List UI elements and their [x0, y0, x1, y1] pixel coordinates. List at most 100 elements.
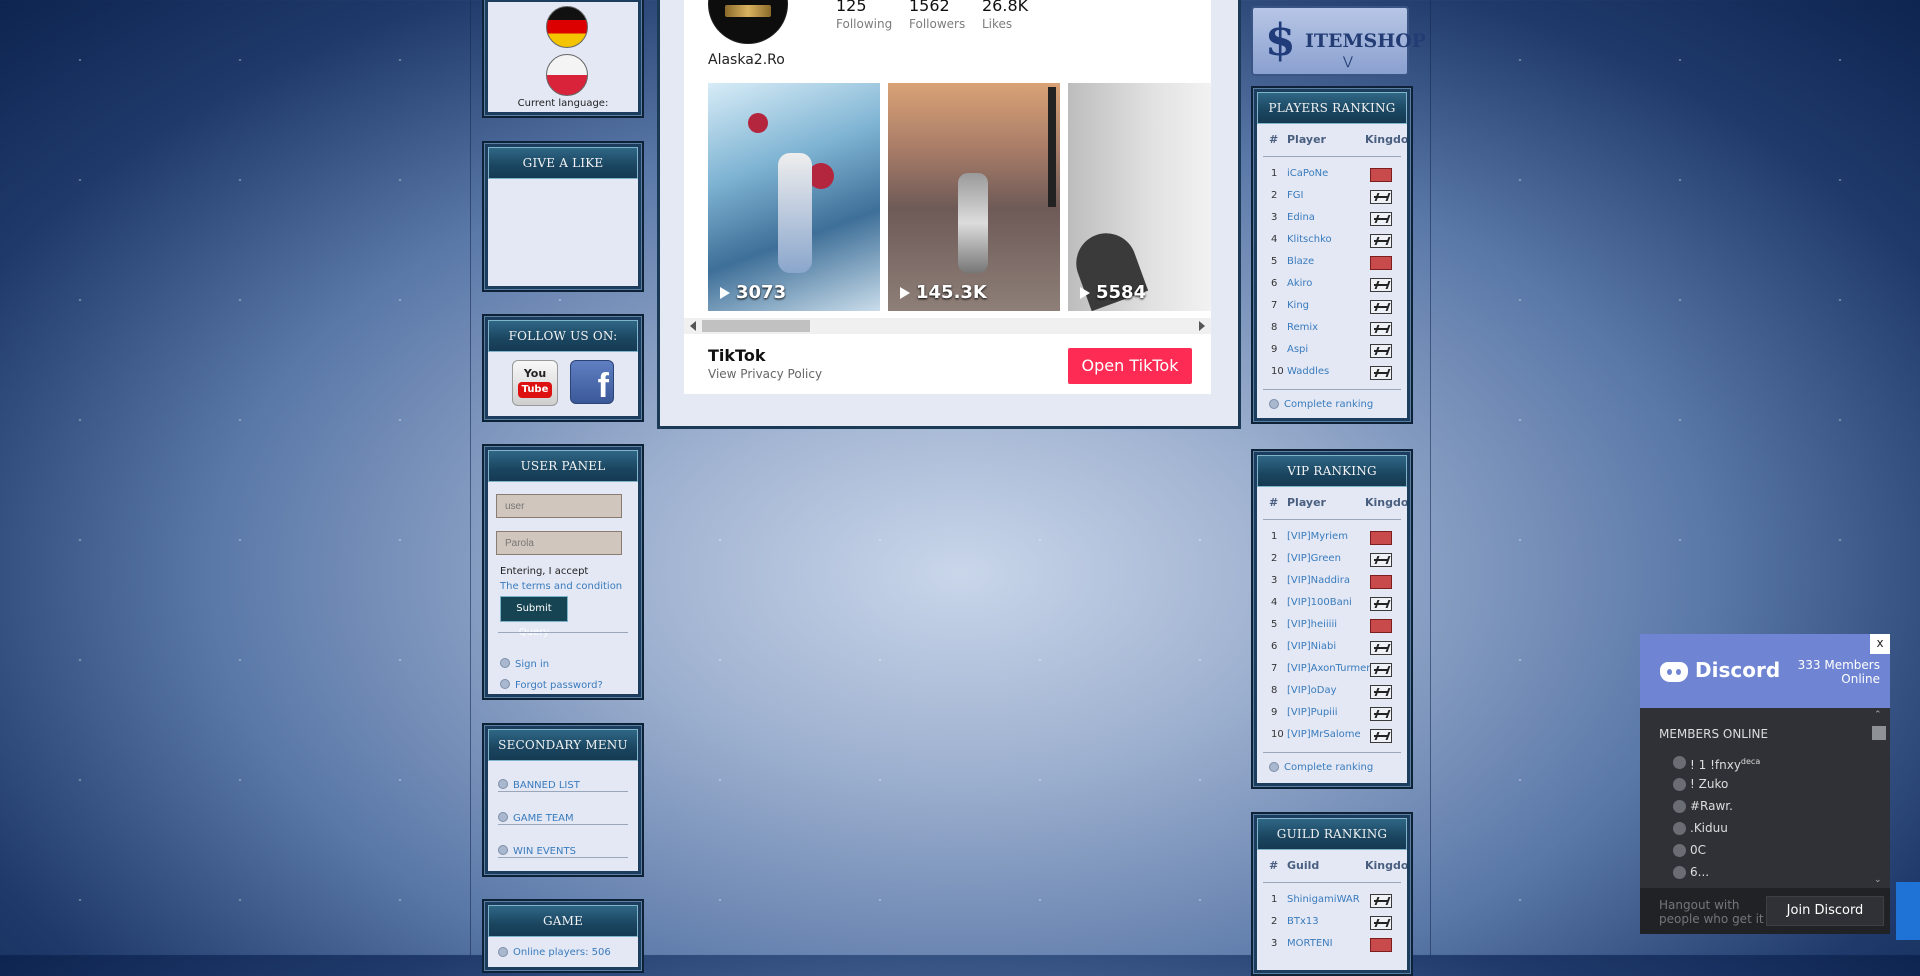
- rank-name-link[interactable]: Akiro: [1287, 273, 1312, 295]
- username-input[interactable]: [496, 494, 622, 518]
- chevron-up-icon[interactable]: ⌃: [1874, 710, 1882, 720]
- players-complete-ranking-link[interactable]: Complete ranking: [1257, 390, 1407, 410]
- member-item[interactable]: #Rawr.: [1640, 795, 1870, 817]
- rank-name-link[interactable]: [VIP]100Bani: [1287, 592, 1352, 614]
- terms-link[interactable]: The terms and condition: [500, 581, 622, 592]
- sign-in-link[interactable]: Sign in: [500, 652, 549, 671]
- members-online-count: 333 Members Online: [1797, 658, 1880, 686]
- member-item[interactable]: .Kiduu: [1640, 817, 1870, 839]
- poland-flag-icon[interactable]: [546, 54, 588, 96]
- menu-item-game-team[interactable]: GAME TEAM: [498, 806, 574, 825]
- scrollbar-thumb[interactable]: [702, 320, 810, 332]
- video-thumb-2[interactable]: 145.3K: [888, 83, 1060, 311]
- member-badge: deca: [1740, 757, 1761, 766]
- rank-name-link[interactable]: [VIP]Green: [1287, 548, 1341, 570]
- kingdom-flag-icon: [1370, 300, 1392, 314]
- bullet-icon: [498, 844, 508, 855]
- menu-item-win-events[interactable]: WIN EVENTS: [498, 839, 576, 858]
- user-panel-title: USER PANEL: [488, 450, 638, 482]
- vip-complete-ranking-link[interactable]: Complete ranking: [1257, 753, 1407, 773]
- bullet-icon: [1269, 399, 1279, 409]
- rank-name-link[interactable]: [VIP]AxonTurmentu: [1287, 658, 1383, 680]
- rank-number: 2: [1271, 916, 1278, 927]
- scrollbar-thumb[interactable]: [1872, 726, 1886, 740]
- member-item[interactable]: 6...: [1640, 861, 1870, 883]
- kingdom-flag-icon: [1370, 894, 1392, 908]
- member-avatar: [1673, 844, 1686, 857]
- rank-name-link[interactable]: [VIP]oDay: [1287, 680, 1337, 702]
- germany-flag-icon[interactable]: [546, 6, 588, 48]
- open-tiktok-button[interactable]: Open TikTok: [1068, 348, 1192, 384]
- tiktok-avatar[interactable]: [708, 0, 788, 44]
- kingdom-flag-icon: [1370, 168, 1392, 182]
- video-thumb-3[interactable]: 5584: [1068, 83, 1211, 311]
- player-row: 9 Aspi: [1257, 339, 1407, 361]
- forgot-label: Forgot password?: [515, 680, 603, 691]
- itemshop-banner[interactable]: $ ITEMSHOP ⋁: [1251, 6, 1426, 76]
- rank-name-link[interactable]: ShinigamiWAR: [1287, 889, 1360, 911]
- video-views-value: 3073: [736, 282, 787, 303]
- rank-name-link[interactable]: Klitschko: [1287, 229, 1332, 251]
- rank-name-link[interactable]: [VIP]Pupiii: [1287, 702, 1338, 724]
- rank-name-link[interactable]: Remix: [1287, 317, 1318, 339]
- close-button[interactable]: x: [1870, 634, 1890, 654]
- col-kingdom: Kingdom: [1365, 496, 1407, 509]
- kingdom-flag-icon: [1370, 278, 1392, 292]
- menu-item-banned-list[interactable]: BANNED LIST: [498, 773, 580, 792]
- followers-count: 1562: [909, 0, 950, 15]
- rank-name-link[interactable]: iCaPoNe: [1287, 163, 1328, 185]
- rank-number: 1: [1271, 894, 1278, 905]
- rank-name-link[interactable]: Waddles: [1287, 361, 1329, 383]
- rank-name-link[interactable]: King: [1287, 295, 1309, 317]
- member-item[interactable]: ! Zuko: [1640, 773, 1870, 795]
- submit-button[interactable]: Submit Query: [500, 596, 568, 638]
- rank-name-link[interactable]: [VIP]heiiiii: [1287, 614, 1337, 636]
- give-like-panel: GIVE A LIKE: [482, 141, 644, 292]
- rank-number: 8: [1271, 322, 1278, 333]
- password-input[interactable]: [496, 531, 622, 555]
- rank-name-link[interactable]: Aspi: [1287, 339, 1308, 361]
- youtube-icon[interactable]: You Tube: [512, 360, 558, 406]
- video-views: 3073: [720, 282, 786, 303]
- side-tab[interactable]: [1896, 882, 1920, 940]
- rank-name-link[interactable]: [VIP]Niabi: [1287, 636, 1336, 658]
- scroll-left-icon[interactable]: [690, 321, 696, 331]
- rank-name-link[interactable]: MORTENI: [1287, 933, 1333, 955]
- video-views-value: 5584: [1096, 282, 1147, 303]
- facebook-icon[interactable]: f: [570, 360, 614, 405]
- rank-name-link[interactable]: FGI: [1287, 185, 1303, 207]
- rank-name-link[interactable]: [VIP]Naddira: [1287, 570, 1350, 592]
- rank-number: 5: [1271, 256, 1278, 267]
- vip-row: 7 [VIP]AxonTurmentu: [1257, 658, 1407, 680]
- rank-number: 7: [1271, 300, 1278, 311]
- chevron-down-icon[interactable]: ⌄: [1874, 875, 1882, 885]
- divider: [498, 632, 628, 633]
- member-avatar: [1673, 866, 1686, 879]
- rank-name-link[interactable]: [VIP]Myriem: [1287, 526, 1348, 548]
- video-scrollbar[interactable]: [684, 318, 1211, 334]
- kingdom-flag-icon: [1370, 597, 1392, 611]
- ranking-header: # Player Kingdom: [1263, 487, 1407, 520]
- rank-name-link[interactable]: BTx13: [1287, 911, 1319, 933]
- privacy-link[interactable]: View Privacy Policy: [708, 367, 822, 381]
- members-scrollbar[interactable]: ⌃ ⌄: [1872, 710, 1886, 887]
- vip-ranking-title: VIP RANKING: [1257, 455, 1407, 487]
- rank-name-link[interactable]: Edina: [1287, 207, 1315, 229]
- join-discord-button[interactable]: Join Discord: [1766, 896, 1884, 926]
- rank-name-link[interactable]: [VIP]MrSalome: [1287, 724, 1361, 746]
- member-item[interactable]: 0C: [1640, 839, 1870, 861]
- chevron-down-icon: ⋁: [1343, 54, 1353, 68]
- player-row: 8 Remix: [1257, 317, 1407, 339]
- member-item[interactable]: ! 1 !fnxydeca: [1640, 751, 1870, 773]
- rank-number: 3: [1271, 212, 1278, 223]
- rank-name-link[interactable]: Blaze: [1287, 251, 1314, 273]
- bullet-icon: [498, 811, 508, 822]
- scroll-right-icon[interactable]: [1199, 321, 1205, 331]
- kingdom-flag-icon: [1370, 234, 1392, 248]
- video-thumb-1[interactable]: 3073: [708, 83, 880, 311]
- col-rank: #: [1269, 133, 1279, 146]
- forgot-password-link[interactable]: Forgot password?: [500, 673, 603, 692]
- tiktok-username[interactable]: Alaska2.Ro: [708, 52, 785, 68]
- rank-number: 2: [1271, 190, 1278, 201]
- give-like-title: GIVE A LIKE: [488, 147, 638, 179]
